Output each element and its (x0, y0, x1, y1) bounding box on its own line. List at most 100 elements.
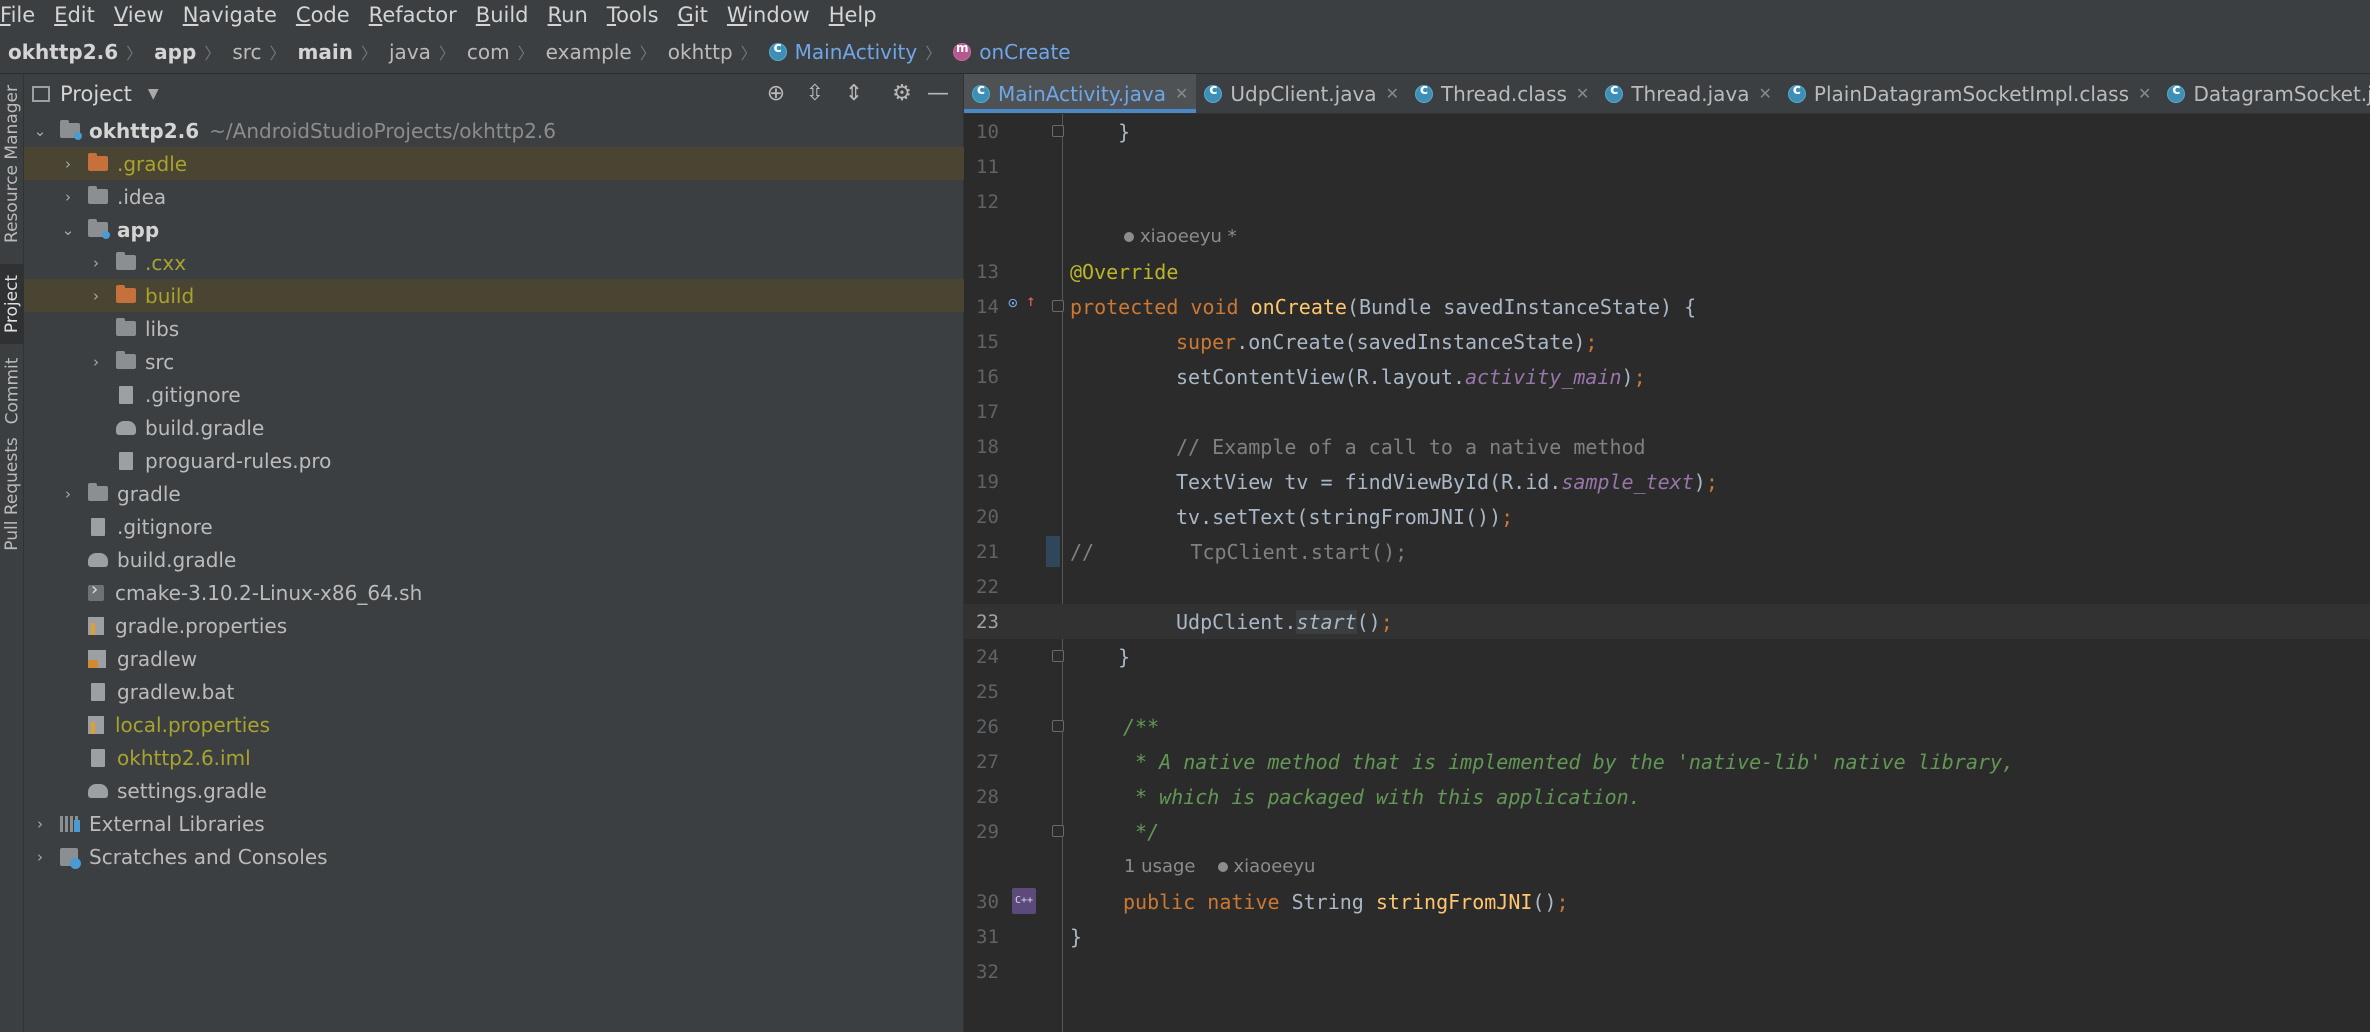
fold-marker-icon[interactable] (1052, 125, 1064, 137)
tab-udpclient-java[interactable]: UdpClient.java ✕ (1196, 74, 1407, 113)
tree-node-gradle-properties[interactable]: ›gradle.properties (24, 609, 999, 642)
author-hint[interactable]: xiaoeeyu (1217, 856, 1315, 877)
menu-view[interactable]: View (114, 3, 164, 27)
tree-node-gradlew[interactable]: ›gradlew (24, 642, 999, 675)
tree-node-iml[interactable]: ›okhttp2.6.iml (24, 741, 999, 774)
side-tab-resource-manager[interactable]: Resource Manager (0, 74, 24, 254)
chevron-down-icon[interactable]: ⌄ (60, 221, 76, 239)
tab-mainactivity-java[interactable]: MainActivity.java ✕ (964, 74, 1197, 113)
breadcrumb-okhttp[interactable]: okhttp (668, 40, 733, 64)
breadcrumb-src[interactable]: src (232, 40, 261, 64)
tab-plaindatagramsocketimpl-class[interactable]: PlainDatagramSocketImpl.class ✕ (1780, 74, 2160, 113)
fold-marker-icon[interactable] (1052, 300, 1064, 312)
locate-icon[interactable]: ⊕ (764, 82, 788, 106)
vcs-change-marker[interactable] (1046, 536, 1060, 567)
breadcrumb-project[interactable]: okhttp2.6 (8, 40, 118, 64)
tree-node-gradle[interactable]: › gradle (24, 477, 999, 510)
tree-node-app-gitignore[interactable]: ›.gitignore (24, 378, 1027, 411)
tree-node-libs[interactable]: ›libs (24, 312, 1027, 345)
tree-node-app-build-gradle[interactable]: ›build.gradle (24, 411, 1027, 444)
tree-node-idea[interactable]: › .idea (24, 180, 999, 213)
breadcrumb-com[interactable]: com (467, 40, 510, 64)
breadcrumb-oncreate[interactable]: onCreate (953, 40, 1071, 64)
override-marker-icon[interactable]: ⊙ (1008, 293, 1018, 312)
fold-marker-icon[interactable] (1052, 720, 1064, 732)
expand-all-icon[interactable]: ⇳ (803, 82, 827, 106)
breadcrumb: okhttp2.6 〉 app 〉 src 〉 main 〉 java 〉 com 〉 ex… (0, 30, 2370, 74)
close-icon[interactable]: ✕ (1759, 84, 1772, 103)
code-editor[interactable]: 10 } 11 12 xiaoeeyu * 13 @Override 14 ⊙ … (964, 114, 2370, 1032)
tree-node-gradle-dir[interactable]: › .gradle (24, 147, 999, 180)
code-text: @Override (1070, 260, 1178, 284)
tree-node-local-properties[interactable]: ›local.properties (24, 708, 999, 741)
menu-file[interactable]: File (0, 3, 35, 27)
code-line: 28 * which is packaged with this applica… (964, 779, 2370, 814)
usage-hint[interactable]: 1 usage xiaoeeyu (1124, 856, 1315, 877)
gear-icon[interactable]: ⚙ (890, 82, 914, 106)
collapse-all-icon[interactable]: ⇕ (842, 82, 866, 106)
tree-node-scratches[interactable]: › Scratches and Consoles (24, 840, 971, 873)
cpp-native-icon[interactable]: C++ (1012, 888, 1036, 914)
menu-build[interactable]: Build (476, 3, 529, 27)
chevron-right-icon: 〉 (517, 43, 534, 63)
tree-node-gradlew-bat[interactable]: ›gradlew.bat (24, 675, 999, 708)
breadcrumb-main[interactable]: main (298, 40, 353, 64)
chevron-down-icon[interactable]: ⌄ (32, 122, 48, 140)
tab-thread-class[interactable]: Thread.class ✕ (1407, 74, 1597, 113)
chevron-right-icon[interactable]: › (88, 287, 104, 305)
tree-node-src[interactable]: › src (24, 345, 1027, 378)
chevron-right-icon[interactable]: › (60, 188, 76, 206)
code-line: 19 TextView tv = findViewById(R.id.sampl… (964, 464, 2370, 499)
tree-node-external-libraries[interactable]: › External Libraries (24, 807, 971, 840)
tree-node-cmake-sh[interactable]: › cmake-3.10.2-Linux-x86_64.sh (24, 576, 999, 609)
tree-node-project-root[interactable]: ⌄ okhttp2.6 ~/AndroidStudioProjects/okhttp… (24, 114, 971, 147)
fold-marker-icon[interactable] (1052, 650, 1064, 662)
chevron-right-icon[interactable]: › (32, 815, 48, 833)
inlay-hint-line: xiaoeeyu * (964, 219, 2370, 254)
tree-node-proguard[interactable]: ›proguard-rules.pro (24, 444, 1027, 477)
chevron-right-icon[interactable]: › (88, 353, 104, 371)
breadcrumb-mainactivity[interactable]: MainActivity (768, 40, 917, 64)
tree-node-cxx[interactable]: › .cxx (24, 246, 1027, 279)
field-token: sample_text (1561, 469, 1694, 494)
menu-window[interactable]: Window (727, 3, 810, 27)
code-text: public native String stringFromJNI(); (1123, 890, 1569, 914)
close-icon[interactable]: ✕ (1175, 84, 1188, 103)
menu-tools[interactable]: Tools (607, 3, 659, 27)
chevron-right-icon[interactable]: › (32, 848, 48, 866)
menu-refactor[interactable]: Refactor (369, 3, 457, 27)
chevron-right-icon[interactable]: › (60, 485, 76, 503)
chevron-right-icon[interactable]: › (60, 155, 76, 173)
menu-git[interactable]: Git (678, 3, 708, 27)
menu-run[interactable]: Run (548, 3, 588, 27)
properties-file-icon (88, 616, 104, 635)
close-icon[interactable]: ✕ (1386, 84, 1399, 103)
menu-navigate[interactable]: Navigate (183, 3, 277, 27)
tree-node-root-gitignore[interactable]: ›.gitignore (24, 510, 999, 543)
side-tab-pull-requests[interactable]: Pull Requests (0, 419, 24, 569)
tree-node-app[interactable]: ⌄ app (24, 213, 999, 246)
breadcrumb-java[interactable]: java (389, 40, 431, 64)
chevron-right-icon[interactable]: › (88, 254, 104, 272)
breadcrumb-app[interactable]: app (154, 40, 196, 64)
file-icon (119, 451, 133, 470)
fold-marker-icon[interactable] (1052, 825, 1064, 837)
close-icon[interactable]: ✕ (2138, 84, 2151, 103)
menu-code[interactable]: Code (296, 3, 350, 27)
menu-edit[interactable]: Edit (54, 3, 95, 27)
close-icon[interactable]: ✕ (1576, 84, 1589, 103)
menu-help[interactable]: Help (829, 3, 877, 27)
side-tab-project[interactable]: Project (0, 264, 24, 344)
hide-icon[interactable]: — (926, 82, 950, 106)
tab-thread-java[interactable]: Thread.java ✕ (1597, 74, 1780, 113)
project-view-selector[interactable]: Project ▼ (32, 82, 159, 106)
side-tab-label: Commit (2, 357, 22, 425)
chevron-right-icon: 〉 (269, 43, 286, 63)
author-hint[interactable]: xiaoeeyu * (1124, 226, 1237, 247)
tree-node-settings-gradle[interactable]: ›settings.gradle (24, 774, 999, 807)
tab-datagramsocket-java[interactable]: DatagramSocket.java (2159, 74, 2370, 113)
breadcrumb-example[interactable]: example (546, 40, 632, 64)
tree-node-label: .gitignore (145, 382, 241, 407)
tree-node-build-dir[interactable]: › build (24, 279, 1027, 312)
tree-node-root-build-gradle[interactable]: ›build.gradle (24, 543, 999, 576)
